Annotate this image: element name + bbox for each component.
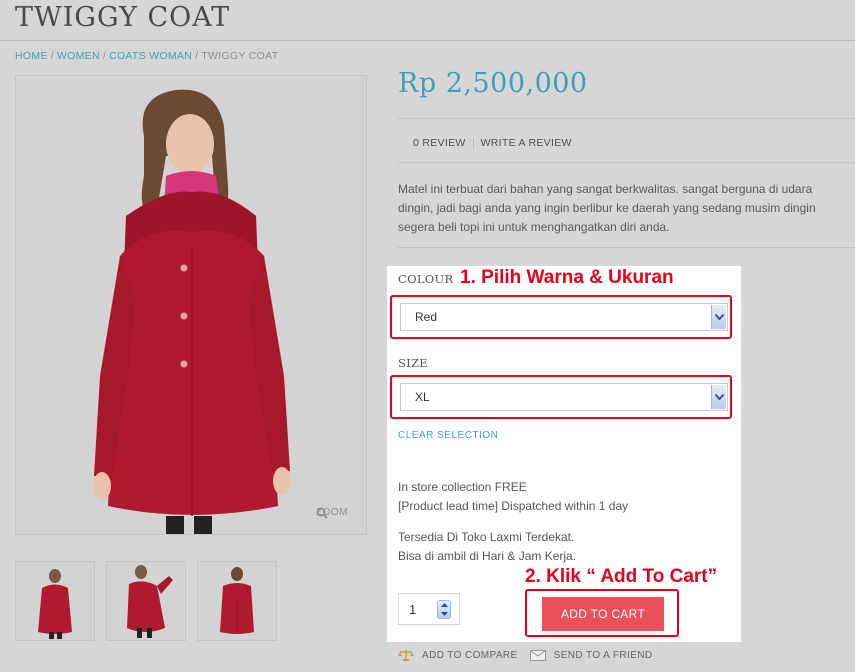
store-availability-text: Tersedia Di Toko Laxmi Terdekat. bbox=[398, 530, 575, 544]
divider bbox=[398, 162, 855, 163]
size-select[interactable]: XL bbox=[400, 383, 728, 411]
divider bbox=[398, 247, 855, 248]
breadcrumb-separator: / bbox=[102, 50, 107, 62]
breadcrumb: HOME / WOMEN / COATS WOMAN / TWIGGY COAT bbox=[15, 50, 278, 62]
envelope-icon bbox=[529, 649, 546, 661]
separator-bar bbox=[472, 137, 474, 149]
chevron-down-icon bbox=[711, 385, 726, 409]
product-secondary-actions: ADD TO COMPARE SEND TO A FRIEND bbox=[398, 649, 652, 661]
product-main-image[interactable]: ZOOM bbox=[15, 75, 367, 535]
thumbnail-front-image bbox=[38, 569, 72, 639]
breadcrumb-current: TWIGGY COAT bbox=[201, 50, 279, 62]
in-store-collection-text: In store collection FREE bbox=[398, 480, 527, 494]
step-1-annotation: 1. Pilih Warna & Ukuran bbox=[460, 267, 674, 288]
product-price: Rp 2,500,000 bbox=[398, 68, 588, 99]
shipping-info-1: In store collection FREE [Product lead t… bbox=[398, 478, 628, 516]
breadcrumb-coats-woman[interactable]: COATS WOMAN bbox=[109, 50, 192, 62]
divider bbox=[398, 118, 855, 119]
add-to-compare-label: ADD TO COMPARE bbox=[422, 649, 518, 661]
step-2-annotation: 2. Klik “ Add To Cart” bbox=[525, 566, 718, 587]
product-thumbnail-front[interactable] bbox=[15, 561, 95, 641]
colour-select[interactable]: Red bbox=[400, 303, 728, 331]
breadcrumb-women[interactable]: WOMEN bbox=[57, 50, 100, 62]
product-description: Matel ini terbuat dari bahan yang sangat… bbox=[398, 182, 816, 234]
review-links: 0 REVIEW WRITE A REVIEW bbox=[413, 137, 572, 149]
clear-selection-link[interactable]: CLEAR SELECTION bbox=[398, 430, 498, 441]
lead-time-text: [Product lead time] Dispatched within 1 … bbox=[398, 499, 629, 513]
pickup-hours-text: Bisa di ambil di Hari & Jam Kerja. bbox=[398, 549, 577, 563]
size-highlight-box: XL bbox=[390, 375, 732, 419]
title-divider bbox=[0, 40, 855, 41]
zoom-button[interactable]: ZOOM bbox=[316, 507, 348, 519]
shipping-info-2: Tersedia Di Toko Laxmi Terdekat. Bisa di… bbox=[398, 528, 576, 566]
quantity-spin-buttons[interactable] bbox=[437, 600, 451, 619]
arrow-down-icon[interactable] bbox=[440, 611, 448, 616]
send-to-friend-link[interactable]: SEND TO A FRIEND bbox=[529, 649, 653, 661]
breadcrumb-separator: / bbox=[195, 50, 199, 62]
arrow-up-icon[interactable] bbox=[440, 603, 448, 608]
review-count-link[interactable]: 0 REVIEW bbox=[413, 137, 466, 149]
product-thumbnail-side[interactable] bbox=[106, 561, 186, 641]
thumbnail-side-image bbox=[127, 565, 173, 638]
add-to-compare-link[interactable]: ADD TO COMPARE bbox=[398, 649, 518, 661]
quantity-stepper[interactable]: 1 bbox=[398, 593, 460, 625]
breadcrumb-home[interactable]: HOME bbox=[15, 50, 48, 62]
add-to-cart-highlight-box: ADD TO CART bbox=[525, 589, 679, 637]
write-review-link[interactable]: WRITE A REVIEW bbox=[481, 137, 572, 149]
add-to-cart-button[interactable]: ADD TO CART bbox=[542, 597, 664, 631]
size-select-value: XL bbox=[415, 390, 430, 404]
breadcrumb-separator: / bbox=[50, 50, 54, 62]
magnifier-icon bbox=[316, 507, 328, 519]
colour-select-value: Red bbox=[415, 310, 438, 324]
send-to-friend-label: SEND TO A FRIEND bbox=[553, 649, 653, 661]
product-thumbnail-back[interactable] bbox=[197, 561, 277, 641]
colour-label: COLOUR bbox=[398, 272, 454, 286]
colour-highlight-box: Red bbox=[390, 295, 732, 339]
chevron-down-icon bbox=[711, 305, 726, 329]
product-title: TWIGGY COAT bbox=[15, 2, 231, 33]
thumbnail-back-image bbox=[220, 567, 254, 634]
quantity-value: 1 bbox=[409, 602, 417, 617]
product-options-panel: COLOUR 1. Pilih Warna & Ukuran Red SIZE … bbox=[387, 266, 741, 642]
model-in-red-coat-illustration bbox=[93, 89, 291, 534]
scale-icon bbox=[398, 650, 414, 661]
size-label: SIZE bbox=[398, 356, 429, 370]
